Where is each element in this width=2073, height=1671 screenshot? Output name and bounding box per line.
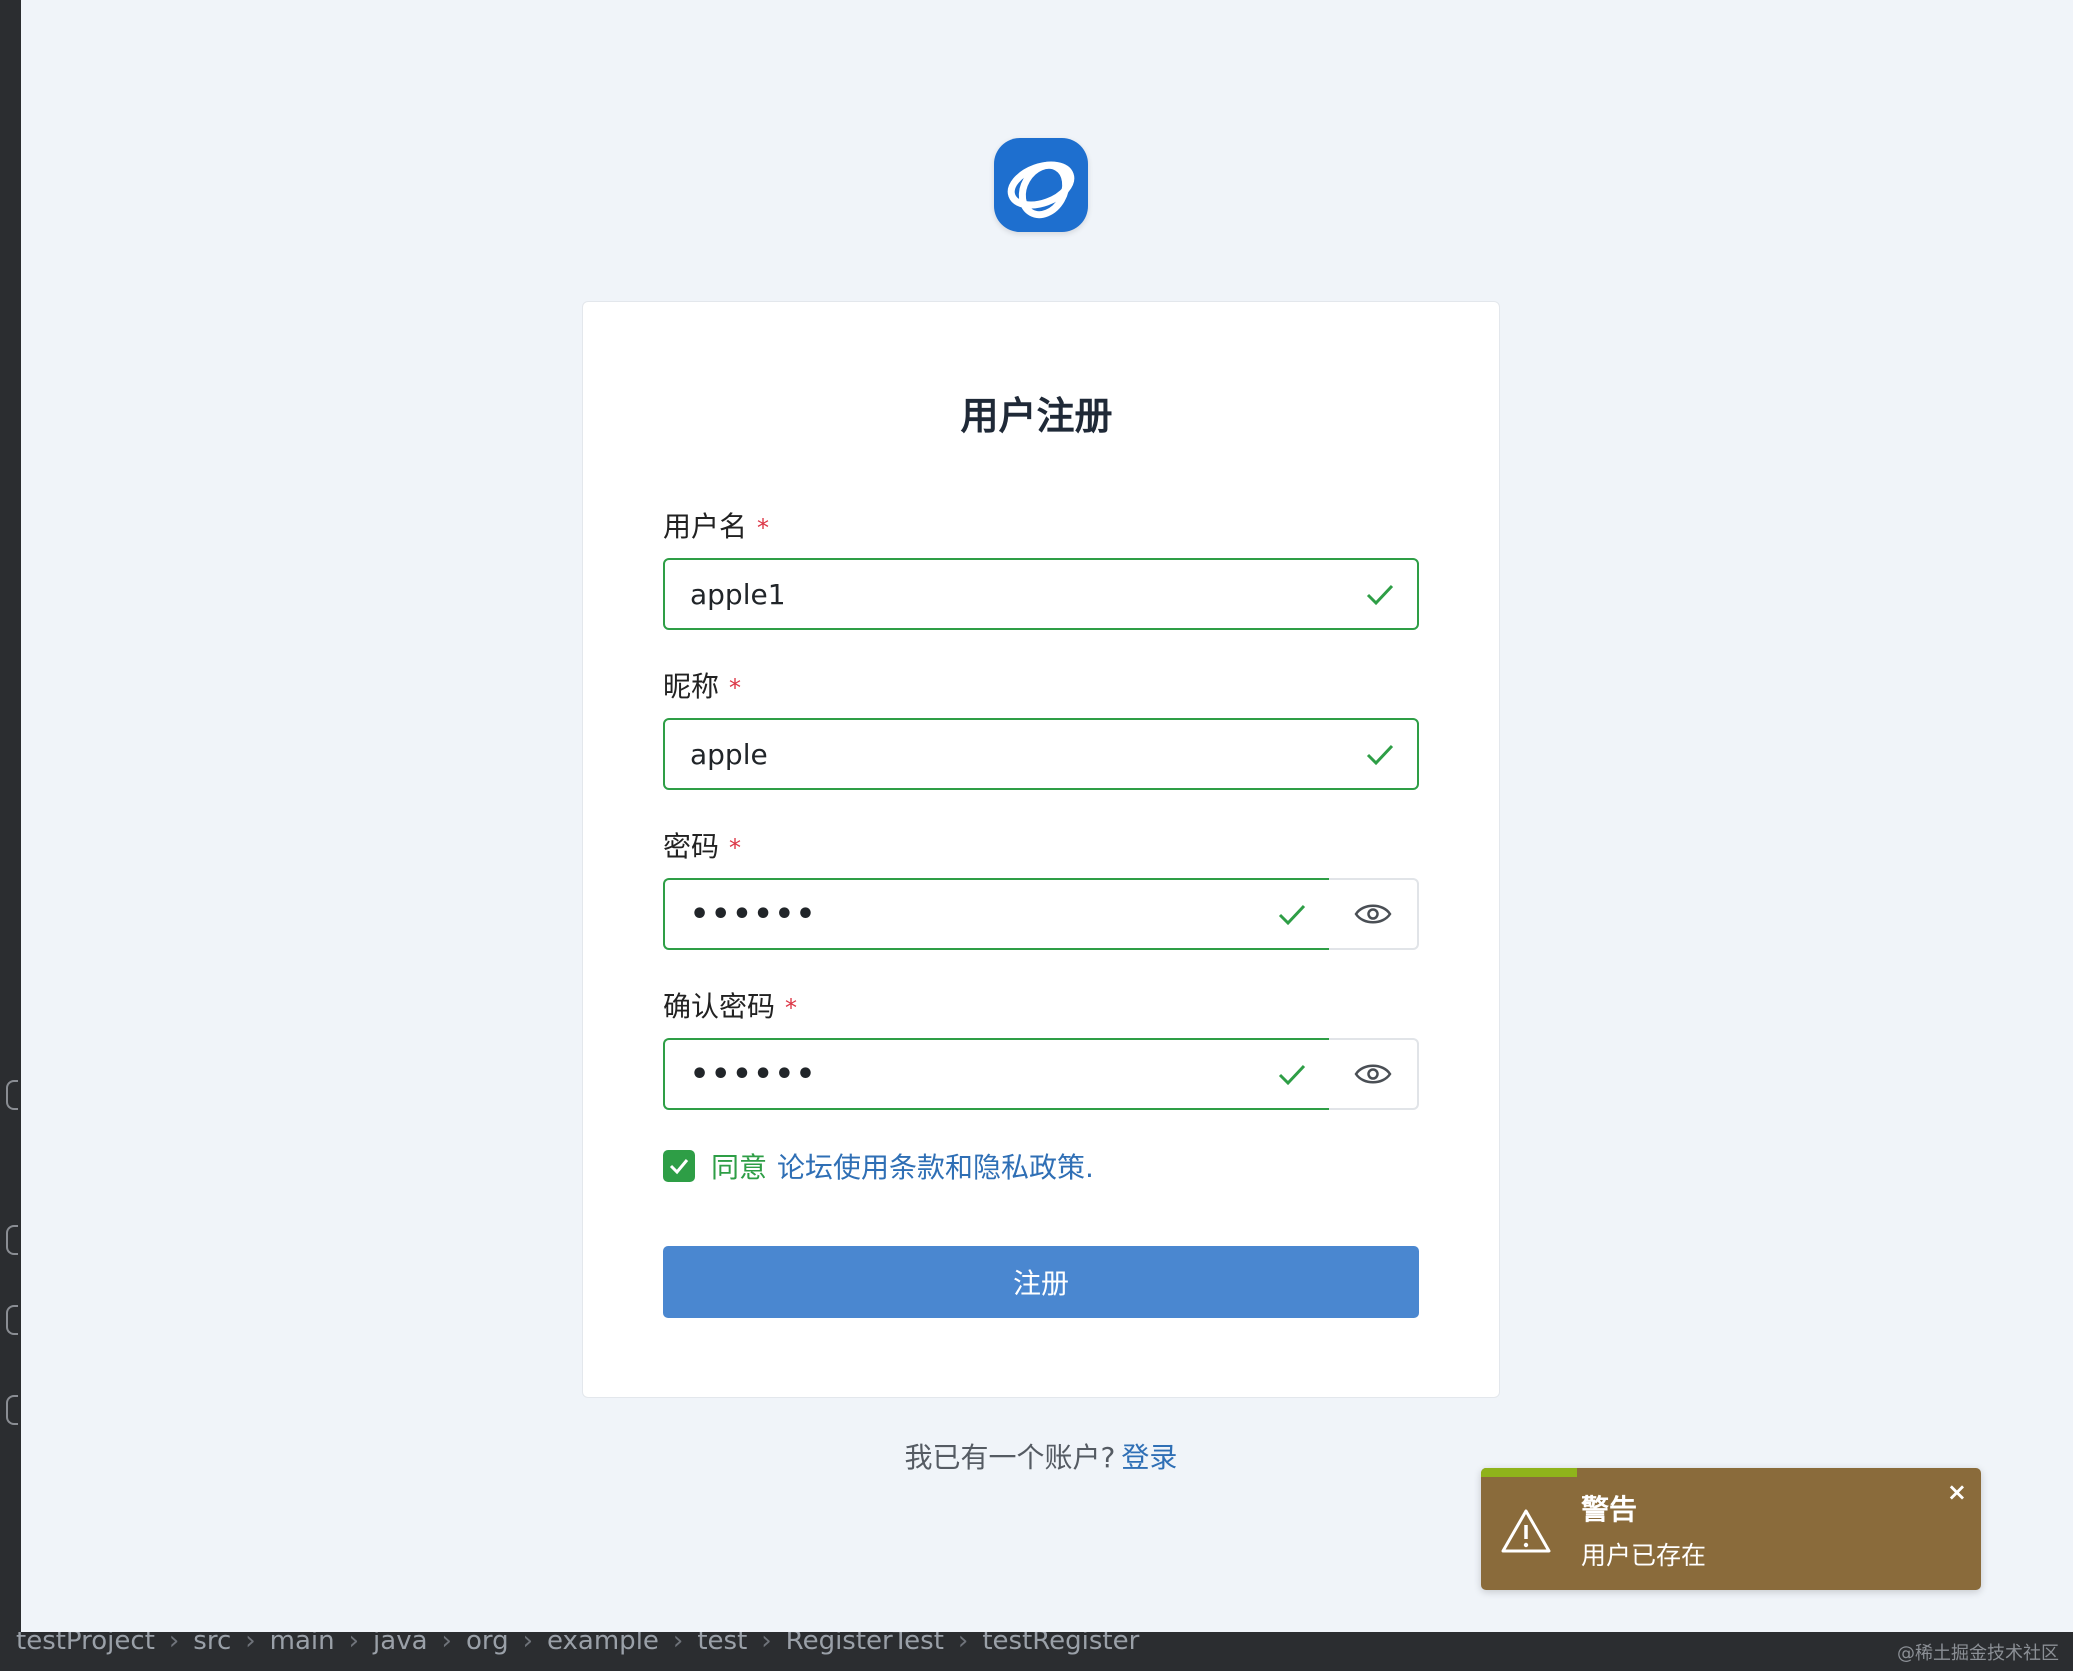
agree-terms-row: 同意 论坛使用条款和隐私政策.	[663, 1146, 1094, 1186]
breadcrumb-item[interactable]: java	[373, 1632, 427, 1656]
watermark: @稀土掘金技术社区	[1897, 1643, 2059, 1664]
username-label-text: 用户名	[663, 510, 748, 543]
register-button[interactable]: 注册	[663, 1246, 1419, 1318]
username-label: 用户名 *	[663, 505, 769, 545]
close-icon[interactable]: ×	[1947, 1478, 1967, 1506]
ide-toolbar-glyph[interactable]	[6, 1395, 18, 1425]
nickname-label: 昵称 *	[663, 665, 741, 705]
check-icon	[1278, 904, 1306, 926]
required-mark: *	[729, 834, 742, 862]
warning-toast: 警告 用户已存在 ×	[1481, 1468, 1981, 1590]
toast-title: 警告	[1581, 1493, 1638, 1526]
breadcrumb-item[interactable]: testRegister	[982, 1632, 1139, 1656]
page-title: 用户注册	[960, 394, 1113, 438]
agree-label[interactable]: 同意	[711, 1146, 767, 1186]
agree-checkbox[interactable]	[663, 1150, 695, 1182]
confirm-password-value[interactable]: ••••••	[690, 1057, 1275, 1092]
password-input[interactable]: ••••••	[663, 878, 1329, 950]
nickname-label-text: 昵称	[663, 670, 720, 703]
breadcrumb-separator: ›	[441, 1632, 452, 1656]
breadcrumb-separator: ›	[348, 1632, 360, 1656]
ide-breadcrumb-bar: testProject › src › main › java › org › example › te…	[0, 1632, 2073, 1671]
check-icon	[1366, 744, 1394, 766]
username-value[interactable]: apple1	[690, 578, 1363, 611]
breadcrumb-separator: ›	[522, 1632, 533, 1656]
breadcrumb-item[interactable]: test	[697, 1632, 747, 1656]
username-input[interactable]: apple1	[663, 558, 1419, 630]
breadcrumb-item[interactable]: main	[270, 1632, 335, 1656]
nickname-value[interactable]: apple	[690, 738, 1363, 771]
toggle-confirm-password-visibility-button[interactable]	[1329, 1038, 1419, 1110]
ide-toolbar-glyph[interactable]	[6, 1080, 18, 1110]
orbit-logo-icon-svg	[1007, 161, 1075, 219]
breadcrumb-separator: ›	[168, 1632, 180, 1656]
toggle-password-visibility-button[interactable]	[1329, 878, 1419, 950]
warning-icon	[1501, 1509, 1551, 1553]
check-icon	[1366, 584, 1394, 606]
checkmark-icon	[669, 1159, 689, 1175]
breadcrumb-separator: ›	[957, 1632, 969, 1656]
confirm-password-input[interactable]: ••••••	[663, 1038, 1329, 1110]
password-label-text: 密码	[663, 830, 720, 863]
required-mark: *	[785, 994, 798, 1022]
required-mark: *	[729, 674, 742, 702]
orbit-logo-icon	[994, 138, 1088, 232]
terms-link[interactable]: 论坛使用条款和隐私政策.	[777, 1146, 1094, 1186]
eye-icon	[1354, 1064, 1392, 1084]
confirm-password-label: 确认密码 *	[663, 985, 797, 1025]
password-label: 密码 *	[663, 825, 741, 865]
toast-progress-bar	[1481, 1468, 1577, 1477]
breadcrumb-item[interactable]: RegisterTest	[786, 1632, 944, 1656]
check-icon	[1278, 1064, 1306, 1086]
breadcrumb-item[interactable]: org	[466, 1632, 509, 1656]
login-prompt-text: 我已有一个账户?	[904, 1441, 1116, 1474]
password-group: ••••••	[663, 878, 1419, 950]
eye-icon	[1354, 904, 1392, 924]
ide-toolbar-glyph[interactable]	[6, 1305, 18, 1335]
breadcrumb-item[interactable]: src	[193, 1632, 231, 1656]
ide-toolbar-glyph[interactable]	[6, 1225, 18, 1255]
breadcrumb-item[interactable]: testProject	[16, 1632, 155, 1656]
password-value[interactable]: ••••••	[690, 897, 1275, 932]
confirm-password-group: ••••••	[663, 1038, 1419, 1110]
breadcrumb-item[interactable]: example	[547, 1632, 659, 1656]
confirm-password-label-text: 确认密码	[663, 990, 776, 1023]
required-mark: *	[757, 514, 770, 542]
nickname-input[interactable]: apple	[663, 718, 1419, 790]
login-link[interactable]: 登录	[1121, 1441, 1177, 1474]
breadcrumb-separator: ›	[761, 1632, 772, 1656]
breadcrumb-separator: ›	[672, 1632, 684, 1656]
toast-message: 用户已存在	[1581, 1541, 1707, 1570]
breadcrumb-separator: ›	[245, 1632, 256, 1656]
ide-left-toolbar	[0, 0, 21, 1671]
